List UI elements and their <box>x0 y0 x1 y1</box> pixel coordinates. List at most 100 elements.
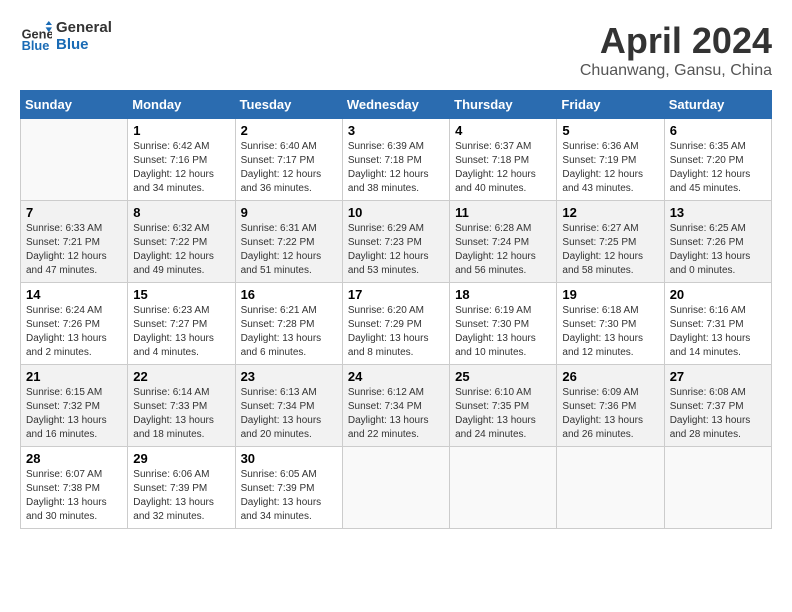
day-number: 23 <box>241 369 337 384</box>
day-info: Sunrise: 6:10 AMSunset: 7:35 PMDaylight:… <box>455 387 536 440</box>
day-info: Sunrise: 6:13 AMSunset: 7:34 PMDaylight:… <box>241 387 322 440</box>
day-info: Sunrise: 6:25 AMSunset: 7:26 PMDaylight:… <box>670 223 751 276</box>
day-number: 28 <box>26 451 122 466</box>
day-info: Sunrise: 6:24 AMSunset: 7:26 PMDaylight:… <box>26 305 107 358</box>
day-info: Sunrise: 6:35 AMSunset: 7:20 PMDaylight:… <box>670 141 751 194</box>
calendar-cell: 23 Sunrise: 6:13 AMSunset: 7:34 PMDaylig… <box>235 365 342 447</box>
calendar-cell: 13 Sunrise: 6:25 AMSunset: 7:26 PMDaylig… <box>664 201 771 283</box>
calendar-cell <box>664 447 771 529</box>
day-number: 10 <box>348 205 444 220</box>
title-block: April 2024 Chuanwang, Gansu, China <box>580 20 772 80</box>
calendar-cell: 18 Sunrise: 6:19 AMSunset: 7:30 PMDaylig… <box>450 283 557 365</box>
day-info: Sunrise: 6:27 AMSunset: 7:25 PMDaylight:… <box>562 223 643 276</box>
day-number: 1 <box>133 123 229 138</box>
day-number: 14 <box>26 287 122 302</box>
day-info: Sunrise: 6:33 AMSunset: 7:21 PMDaylight:… <box>26 223 107 276</box>
calendar-cell: 28 Sunrise: 6:07 AMSunset: 7:38 PMDaylig… <box>21 447 128 529</box>
day-number: 18 <box>455 287 551 302</box>
logo-general: General <box>56 20 112 37</box>
calendar-cell: 8 Sunrise: 6:32 AMSunset: 7:22 PMDayligh… <box>128 201 235 283</box>
calendar-cell: 11 Sunrise: 6:28 AMSunset: 7:24 PMDaylig… <box>450 201 557 283</box>
calendar-cell: 10 Sunrise: 6:29 AMSunset: 7:23 PMDaylig… <box>342 201 449 283</box>
day-info: Sunrise: 6:37 AMSunset: 7:18 PMDaylight:… <box>455 141 536 194</box>
day-number: 7 <box>26 205 122 220</box>
calendar-cell: 17 Sunrise: 6:20 AMSunset: 7:29 PMDaylig… <box>342 283 449 365</box>
day-info: Sunrise: 6:18 AMSunset: 7:30 PMDaylight:… <box>562 305 643 358</box>
location-title: Chuanwang, Gansu, China <box>580 62 772 80</box>
day-number: 26 <box>562 369 658 384</box>
calendar-cell: 24 Sunrise: 6:12 AMSunset: 7:34 PMDaylig… <box>342 365 449 447</box>
calendar-cell: 7 Sunrise: 6:33 AMSunset: 7:21 PMDayligh… <box>21 201 128 283</box>
day-info: Sunrise: 6:06 AMSunset: 7:39 PMDaylight:… <box>133 469 214 522</box>
weekday-header: Monday <box>128 91 235 119</box>
day-number: 22 <box>133 369 229 384</box>
calendar-cell <box>557 447 664 529</box>
day-number: 13 <box>670 205 766 220</box>
calendar-cell: 9 Sunrise: 6:31 AMSunset: 7:22 PMDayligh… <box>235 201 342 283</box>
calendar-cell: 6 Sunrise: 6:35 AMSunset: 7:20 PMDayligh… <box>664 119 771 201</box>
day-number: 6 <box>670 123 766 138</box>
calendar-cell <box>450 447 557 529</box>
weekday-header: Sunday <box>21 91 128 119</box>
day-number: 15 <box>133 287 229 302</box>
day-number: 8 <box>133 205 229 220</box>
day-number: 21 <box>26 369 122 384</box>
logo-icon: General Blue <box>20 21 52 53</box>
calendar-cell: 12 Sunrise: 6:27 AMSunset: 7:25 PMDaylig… <box>557 201 664 283</box>
day-info: Sunrise: 6:21 AMSunset: 7:28 PMDaylight:… <box>241 305 322 358</box>
day-number: 25 <box>455 369 551 384</box>
calendar-cell: 26 Sunrise: 6:09 AMSunset: 7:36 PMDaylig… <box>557 365 664 447</box>
calendar-cell: 16 Sunrise: 6:21 AMSunset: 7:28 PMDaylig… <box>235 283 342 365</box>
day-number: 17 <box>348 287 444 302</box>
day-number: 5 <box>562 123 658 138</box>
day-number: 24 <box>348 369 444 384</box>
calendar-cell: 15 Sunrise: 6:23 AMSunset: 7:27 PMDaylig… <box>128 283 235 365</box>
weekday-header: Tuesday <box>235 91 342 119</box>
day-number: 16 <box>241 287 337 302</box>
day-info: Sunrise: 6:12 AMSunset: 7:34 PMDaylight:… <box>348 387 429 440</box>
day-info: Sunrise: 6:36 AMSunset: 7:19 PMDaylight:… <box>562 141 643 194</box>
calendar-cell: 29 Sunrise: 6:06 AMSunset: 7:39 PMDaylig… <box>128 447 235 529</box>
day-number: 3 <box>348 123 444 138</box>
day-info: Sunrise: 6:40 AMSunset: 7:17 PMDaylight:… <box>241 141 322 194</box>
day-number: 11 <box>455 205 551 220</box>
day-number: 12 <box>562 205 658 220</box>
day-info: Sunrise: 6:23 AMSunset: 7:27 PMDaylight:… <box>133 305 214 358</box>
day-info: Sunrise: 6:07 AMSunset: 7:38 PMDaylight:… <box>26 469 107 522</box>
day-number: 27 <box>670 369 766 384</box>
calendar-cell: 21 Sunrise: 6:15 AMSunset: 7:32 PMDaylig… <box>21 365 128 447</box>
logo: General Blue General Blue <box>20 20 112 53</box>
weekday-header: Saturday <box>664 91 771 119</box>
day-info: Sunrise: 6:31 AMSunset: 7:22 PMDaylight:… <box>241 223 322 276</box>
day-info: Sunrise: 6:42 AMSunset: 7:16 PMDaylight:… <box>133 141 214 194</box>
calendar-table: SundayMondayTuesdayWednesdayThursdayFrid… <box>20 90 772 529</box>
calendar-cell: 2 Sunrise: 6:40 AMSunset: 7:17 PMDayligh… <box>235 119 342 201</box>
day-info: Sunrise: 6:29 AMSunset: 7:23 PMDaylight:… <box>348 223 429 276</box>
calendar-cell <box>342 447 449 529</box>
day-info: Sunrise: 6:08 AMSunset: 7:37 PMDaylight:… <box>670 387 751 440</box>
calendar-cell: 20 Sunrise: 6:16 AMSunset: 7:31 PMDaylig… <box>664 283 771 365</box>
day-number: 4 <box>455 123 551 138</box>
day-info: Sunrise: 6:19 AMSunset: 7:30 PMDaylight:… <box>455 305 536 358</box>
day-info: Sunrise: 6:39 AMSunset: 7:18 PMDaylight:… <box>348 141 429 194</box>
svg-text:Blue: Blue <box>22 37 50 52</box>
day-info: Sunrise: 6:05 AMSunset: 7:39 PMDaylight:… <box>241 469 322 522</box>
weekday-header: Wednesday <box>342 91 449 119</box>
page-header: General Blue General Blue April 2024 Chu… <box>20 20 772 80</box>
day-number: 19 <box>562 287 658 302</box>
day-info: Sunrise: 6:32 AMSunset: 7:22 PMDaylight:… <box>133 223 214 276</box>
calendar-cell <box>21 119 128 201</box>
calendar-cell: 5 Sunrise: 6:36 AMSunset: 7:19 PMDayligh… <box>557 119 664 201</box>
calendar-cell: 19 Sunrise: 6:18 AMSunset: 7:30 PMDaylig… <box>557 283 664 365</box>
day-info: Sunrise: 6:15 AMSunset: 7:32 PMDaylight:… <box>26 387 107 440</box>
logo-blue: Blue <box>56 37 112 54</box>
calendar-cell: 30 Sunrise: 6:05 AMSunset: 7:39 PMDaylig… <box>235 447 342 529</box>
calendar-cell: 1 Sunrise: 6:42 AMSunset: 7:16 PMDayligh… <box>128 119 235 201</box>
day-number: 2 <box>241 123 337 138</box>
weekday-header: Thursday <box>450 91 557 119</box>
calendar-cell: 14 Sunrise: 6:24 AMSunset: 7:26 PMDaylig… <box>21 283 128 365</box>
month-title: April 2024 <box>580 20 772 62</box>
day-info: Sunrise: 6:28 AMSunset: 7:24 PMDaylight:… <box>455 223 536 276</box>
day-number: 29 <box>133 451 229 466</box>
calendar-cell: 27 Sunrise: 6:08 AMSunset: 7:37 PMDaylig… <box>664 365 771 447</box>
